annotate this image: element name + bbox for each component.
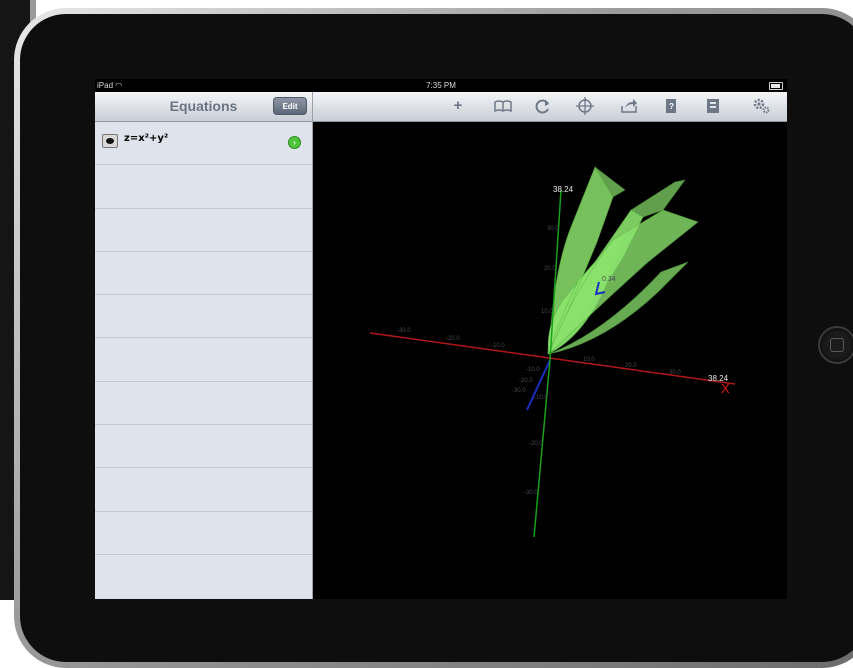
z-tick-label: -20.0 bbox=[529, 441, 543, 447]
x-tick-label: -10.0 bbox=[491, 343, 505, 349]
graph-3d-view[interactable]: 38.24 38.24 X 0.34 -30.0 -20.0 -10.0 10.… bbox=[313, 122, 787, 599]
surface-plot bbox=[547, 166, 699, 355]
equation-row[interactable]: z=x²+y² › bbox=[95, 122, 312, 166]
refresh-icon[interactable] bbox=[531, 96, 555, 116]
list-item[interactable] bbox=[95, 468, 312, 512]
equation-list: z=x²+y² › bbox=[95, 122, 312, 555]
list-item[interactable] bbox=[95, 165, 312, 209]
status-bar: iPad ◠ 7:35 PM bbox=[95, 79, 787, 92]
y-axis-tag: 0.34 bbox=[602, 276, 616, 283]
graph-toolbar: + ? bbox=[313, 92, 787, 122]
z-tick-label: -10.0 bbox=[534, 395, 548, 401]
y-tick-label: -20.0 bbox=[519, 378, 533, 384]
share-icon[interactable] bbox=[617, 96, 641, 116]
equation-text: z=x²+y² bbox=[124, 133, 169, 144]
list-item[interactable] bbox=[95, 512, 312, 555]
list-item[interactable] bbox=[95, 382, 312, 426]
book-icon[interactable] bbox=[491, 96, 515, 116]
x-tick-label: -30.0 bbox=[397, 328, 411, 334]
battery-icon bbox=[769, 82, 783, 90]
status-time: 7:35 PM bbox=[426, 81, 456, 90]
x-tick-label: 30.0 bbox=[669, 370, 681, 376]
surface-panel bbox=[630, 179, 686, 218]
ipad-screen: iPad ◠ 7:35 PM Equations Edit z=x²+y² › bbox=[95, 79, 787, 599]
list-item[interactable] bbox=[95, 252, 312, 296]
list-item[interactable] bbox=[95, 338, 312, 382]
z-tick-label: 10.0 bbox=[541, 309, 553, 315]
eye-icon[interactable] bbox=[102, 134, 118, 148]
equations-header: Equations Edit bbox=[95, 92, 312, 122]
svg-text:?: ? bbox=[669, 102, 674, 111]
x-tick-label: -20.0 bbox=[446, 336, 460, 342]
x-tick-label: 10.0 bbox=[583, 357, 595, 363]
x-tick-label: 20.0 bbox=[625, 363, 637, 369]
clipboard-icon[interactable]: ? bbox=[659, 96, 683, 116]
equations-panel: Equations Edit z=x²+y² › bbox=[95, 92, 313, 599]
home-button-icon bbox=[830, 338, 844, 352]
book-mark-icon[interactable] bbox=[701, 96, 725, 116]
y-tick-label: -10.0 bbox=[526, 367, 540, 373]
list-item[interactable] bbox=[95, 425, 312, 469]
z-tick-label: -30.0 bbox=[524, 490, 538, 496]
target-icon[interactable] bbox=[573, 96, 597, 116]
z-tick-label: 30.0 bbox=[547, 226, 559, 232]
list-item[interactable] bbox=[95, 209, 312, 252]
graph-canvas: 38.24 38.24 X 0.34 -30.0 -20.0 -10.0 10.… bbox=[369, 166, 736, 538]
list-item[interactable] bbox=[95, 295, 312, 339]
y-tick-label: -30.0 bbox=[512, 388, 526, 394]
gears-icon[interactable] bbox=[749, 96, 773, 116]
edit-button[interactable]: Edit bbox=[273, 97, 307, 115]
z-tick-label: 20.0 bbox=[544, 266, 556, 272]
z-max-label: 38.24 bbox=[553, 185, 574, 194]
home-button[interactable] bbox=[818, 326, 853, 364]
detail-disclosure-button[interactable]: › bbox=[288, 136, 301, 149]
z-axis-negative bbox=[533, 359, 551, 538]
battery-level bbox=[771, 84, 780, 88]
x-axis-name: X bbox=[721, 381, 730, 396]
plus-icon[interactable]: + bbox=[446, 96, 470, 116]
